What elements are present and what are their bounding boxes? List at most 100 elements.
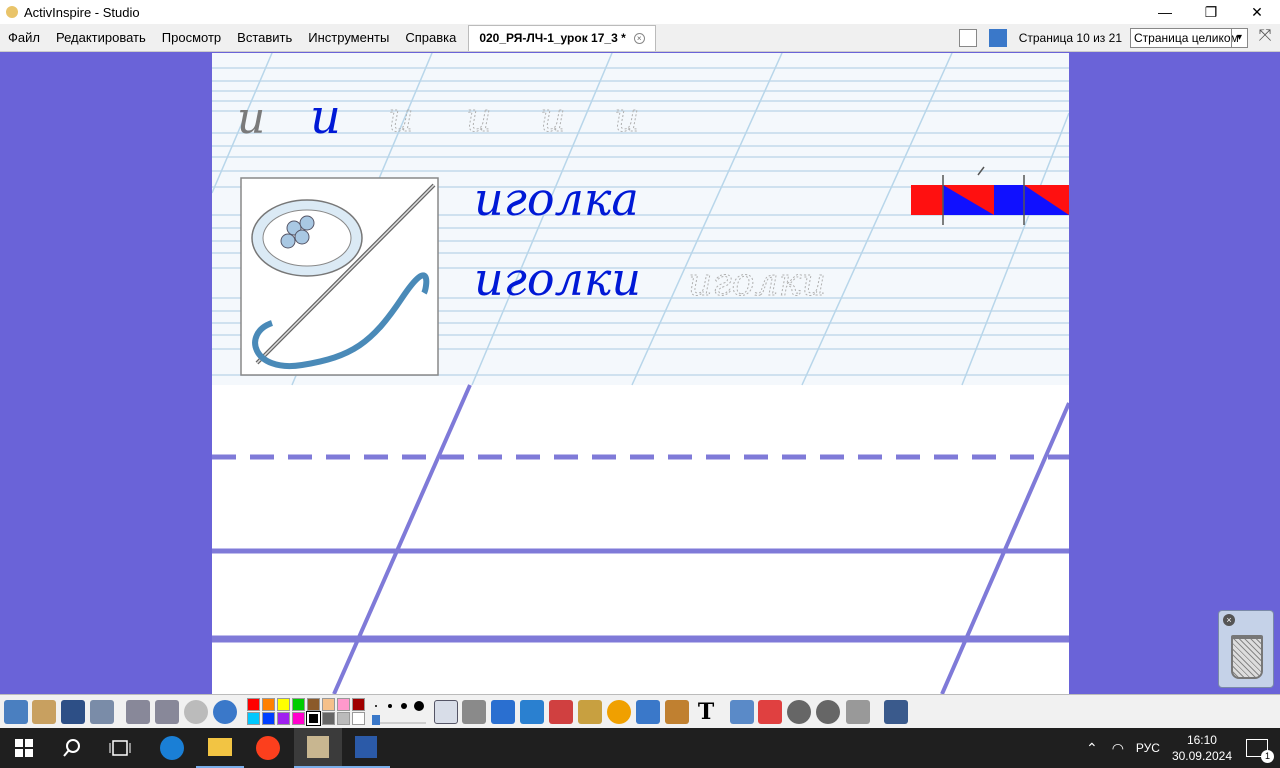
color-swatch-purple[interactable] xyxy=(277,712,290,725)
writing-area xyxy=(212,384,1069,694)
clock-date: 30.09.2024 xyxy=(1171,749,1232,763)
letter-sample-1: и xyxy=(237,93,265,144)
page-view-icon[interactable] xyxy=(846,700,870,724)
color-swatch-peach[interactable] xyxy=(322,698,335,711)
word-button[interactable] xyxy=(342,728,390,768)
menu-bar: Файл Редактировать Просмотр Вставить Инс… xyxy=(0,24,1280,52)
taskbar: ⌃ ◠ РУС 16:10 30.09.2024 1 xyxy=(0,728,1280,768)
yandex-icon xyxy=(256,736,280,760)
reset-page-icon[interactable] xyxy=(758,700,782,724)
menu-tools[interactable]: Инструменты xyxy=(300,25,397,51)
folder-icon xyxy=(208,738,232,756)
color-swatch-gray[interactable] xyxy=(322,712,335,725)
highlighter-icon[interactable] xyxy=(520,700,544,724)
page-counter: Страница 10 из 21 xyxy=(1018,31,1122,45)
clip-icon[interactable] xyxy=(665,700,689,724)
task-view-icon xyxy=(109,740,131,756)
activinspire-taskbar-button[interactable] xyxy=(294,728,342,768)
select-icon[interactable] xyxy=(434,700,458,724)
fill-icon[interactable] xyxy=(578,700,602,724)
zoom-select[interactable]: Страница целиком ▾ xyxy=(1130,28,1248,48)
tools-icon[interactable] xyxy=(462,700,486,724)
word-needles-trace: иголки xyxy=(688,260,826,304)
color-swatch-brown[interactable] xyxy=(307,698,320,711)
chevron-up-icon[interactable]: ⌃ xyxy=(1086,740,1098,757)
tab-close-icon[interactable]: × xyxy=(633,32,645,44)
letter-trace-3: и xyxy=(540,95,566,141)
desktop-annotate-icon[interactable] xyxy=(61,700,85,724)
notification-count: 1 xyxy=(1261,750,1274,763)
menu-file[interactable]: Файл xyxy=(0,25,48,51)
color-swatch-red[interactable] xyxy=(247,698,260,711)
dual-user-icon[interactable] xyxy=(988,29,1007,47)
main-toolbox: T xyxy=(0,694,1280,728)
color-swatch-orange[interactable] xyxy=(262,698,275,711)
yandex-button[interactable] xyxy=(244,728,292,768)
document-tab[interactable]: 020_РЯ-ЛЧ-1_урок 17_3 * × xyxy=(468,24,656,51)
word-icon xyxy=(355,736,377,758)
clock[interactable]: 16:10 30.09.2024 xyxy=(1172,732,1232,764)
edge-icon xyxy=(160,736,184,760)
desktop-tools-icon[interactable] xyxy=(90,700,114,724)
menu-help[interactable]: Справка xyxy=(397,25,464,51)
text-tool-icon[interactable]: T xyxy=(694,700,718,724)
main-menu-icon[interactable] xyxy=(4,700,28,724)
toolbox-settings-icon[interactable] xyxy=(884,700,908,724)
color-swatch-cyan[interactable] xyxy=(247,712,260,725)
pen-width-selector[interactable] xyxy=(370,698,428,726)
wifi-icon[interactable]: ◠ xyxy=(1112,740,1124,757)
minimize-button[interactable]: — xyxy=(1142,0,1188,24)
previous-page-icon[interactable] xyxy=(126,700,150,724)
page-notes-icon[interactable] xyxy=(958,29,977,47)
word-needles: иголки xyxy=(474,252,641,306)
menu-edit[interactable]: Редактировать xyxy=(48,25,154,51)
color-swatch-white[interactable] xyxy=(352,712,365,725)
window-title: ActivInspire - Studio xyxy=(24,4,140,20)
shape-icon[interactable] xyxy=(607,700,631,724)
close-icon[interactable]: × xyxy=(1223,614,1235,626)
next-page-icon[interactable] xyxy=(155,700,179,724)
close-button[interactable]: ✕ xyxy=(1234,0,1280,24)
play-icon[interactable] xyxy=(184,700,208,724)
title-bar: ActivInspire - Studio — ❐ ✕ xyxy=(0,0,1280,24)
activinspire-icon xyxy=(6,6,18,18)
maximize-button[interactable]: ❐ xyxy=(1188,0,1234,24)
search-button[interactable] xyxy=(48,728,96,768)
eraser-icon[interactable] xyxy=(549,700,573,724)
color-swatch-yellow[interactable] xyxy=(277,698,290,711)
connector-icon[interactable] xyxy=(636,700,660,724)
page-controls: Страница 10 из 21 Страница целиком ▾ ⤧ xyxy=(953,24,1280,52)
activinspire-taskbar-icon xyxy=(307,736,329,758)
globe-icon[interactable] xyxy=(213,700,237,724)
redo-icon[interactable] xyxy=(816,700,840,724)
language-indicator[interactable]: РУС xyxy=(1136,741,1160,755)
worksheet-canvas: и и и и и и иголка иголки иголки xyxy=(212,53,1069,694)
menu-insert[interactable]: Вставить xyxy=(229,25,300,51)
explorer-button[interactable] xyxy=(196,728,244,768)
windows-icon xyxy=(15,739,33,757)
undo-icon[interactable] xyxy=(787,700,811,724)
color-swatch-magenta[interactable] xyxy=(292,712,305,725)
window-controls: — ❐ ✕ xyxy=(1142,0,1280,24)
edge-button[interactable] xyxy=(148,728,196,768)
trash-bin-icon xyxy=(1231,635,1263,679)
color-swatch-green[interactable] xyxy=(292,698,305,711)
pen-icon[interactable] xyxy=(491,700,515,724)
notifications-icon[interactable]: 1 xyxy=(1246,739,1274,763)
clear-icon[interactable] xyxy=(730,700,754,724)
color-swatch-black[interactable] xyxy=(306,711,321,726)
color-swatch-blue[interactable] xyxy=(262,712,275,725)
start-button[interactable] xyxy=(0,728,48,768)
browsers-icon[interactable] xyxy=(32,700,56,724)
color-swatch-darkred[interactable] xyxy=(352,698,365,711)
letter-trace-1: и xyxy=(388,95,414,141)
document-tab-label: 020_РЯ-ЛЧ-1_урок 17_3 * xyxy=(479,31,626,45)
task-view-button[interactable] xyxy=(96,728,144,768)
fullscreen-icon[interactable]: ⤧ xyxy=(1254,27,1276,49)
color-swatch-pink[interactable] xyxy=(337,698,350,711)
color-swatch-lightgray[interactable] xyxy=(337,712,350,725)
trash-can[interactable]: × xyxy=(1218,610,1274,688)
menu-view[interactable]: Просмотр xyxy=(154,25,229,51)
flipchart-page[interactable]: и и и и и и иголка иголки иголки xyxy=(212,53,1069,694)
letter-trace-2: и xyxy=(466,95,492,141)
